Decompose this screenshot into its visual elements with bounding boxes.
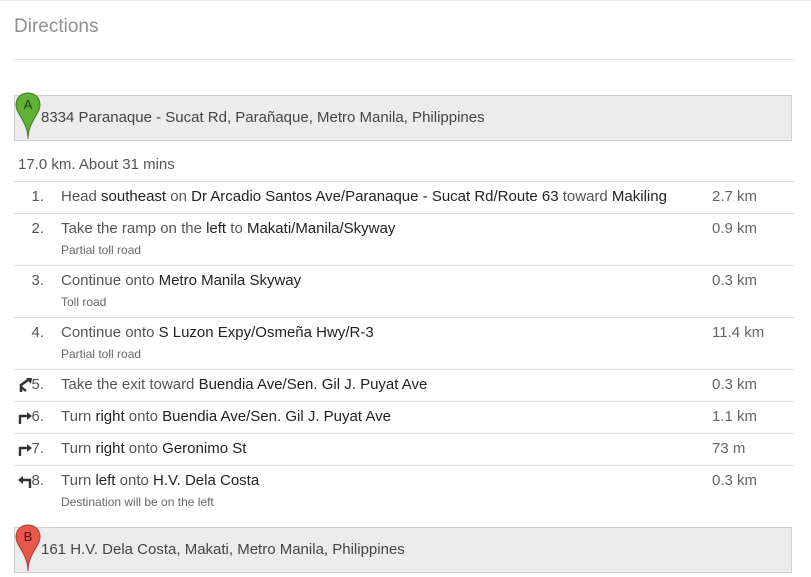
instruction-text: to [226, 220, 247, 237]
step-note: Toll road [61, 295, 107, 309]
step-instruction: Continue onto Metro Manila Skyway [61, 272, 301, 289]
origin-waypoint[interactable]: A 8334 Paranaque - Sucat Rd, Parañaque, … [14, 92, 792, 141]
step-note: Partial toll road [61, 243, 142, 257]
step-number: 6. [31, 408, 44, 425]
instruction-road: H.V. Dela Costa [153, 472, 260, 489]
origin-address: 8334 Paranaque - Sucat Rd, Parañaque, Me… [41, 109, 485, 126]
instruction-road: Metro Manila Skyway [158, 272, 302, 289]
step-instruction: Head southeast on Dr Arcadio Santos Ave/… [61, 188, 667, 205]
step-instruction: Turn left onto H.V. Dela Costa [61, 472, 259, 489]
step-number: 7. [31, 440, 44, 457]
instruction-road: Geronimo St [162, 440, 247, 457]
direction-step[interactable]: 6. Turn right onto Buendia Ave/Sen. Gil J… [14, 402, 794, 434]
instruction-road: Dr Arcadio Santos Ave/Paranaque - Sucat … [191, 188, 559, 205]
step-distance: 11.4 km [712, 324, 765, 341]
instruction-text: onto [124, 408, 163, 425]
instruction-road: Buendia Ave/Sen. Gil J. Puyat Ave [198, 376, 428, 393]
route-summary: 17.0 km. About 31 mins [18, 156, 175, 173]
instruction-road: left [206, 220, 227, 237]
instruction-road: Makati/Manila/Skyway [246, 220, 396, 237]
direction-step[interactable]: 8. Turn left onto H.V. Dela Costa Destinat… [14, 466, 794, 518]
instruction-road: left [95, 472, 116, 489]
step-distance: 0.3 km [712, 472, 758, 489]
instruction-road: southeast [101, 188, 167, 205]
instruction-road: Buendia Ave/Sen. Gil J. Puyat Ave [162, 408, 391, 425]
instruction-road: S Luzon Expy/Osmeña Hwy/R-3 [158, 324, 374, 341]
step-distance: 0.9 km [712, 220, 758, 237]
instruction-road: right [95, 440, 125, 457]
step-instruction: Take the ramp on the left to Makati/Mani… [61, 220, 395, 237]
step-instruction: Turn right onto Geronimo St [61, 440, 246, 457]
step-distance: 73 m [712, 440, 746, 457]
direction-step[interactable]: 5. Take the exit toward Buendia Ave/Sen. … [14, 370, 794, 402]
marker-b-icon: B [15, 524, 41, 572]
instruction-text: on [166, 188, 192, 205]
step-instruction: Turn right onto Buendia Ave/Sen. Gil J. … [61, 408, 391, 425]
instruction-road: right [95, 408, 125, 425]
instruction-text: Head [61, 188, 102, 205]
instruction-text: onto [124, 440, 163, 457]
step-instruction: Take the exit toward Buendia Ave/Sen. Gi… [61, 376, 427, 393]
instruction-text: Continue onto [61, 272, 159, 289]
instruction-text: Continue onto [61, 324, 159, 341]
step-note: Destination will be on the left [61, 495, 214, 509]
direction-step[interactable]: 1. Head southeast on Dr Arcadio Santos Av… [14, 182, 794, 214]
panel-title: Directions [14, 16, 99, 37]
step-distance: 0.3 km [712, 376, 758, 393]
marker-a-icon: A [15, 92, 41, 140]
direction-step[interactable]: 4. Continue onto S Luzon Expy/Osmeña Hwy/… [14, 318, 794, 370]
instruction-text: Take the exit toward [61, 376, 199, 393]
instruction-text: Turn [61, 408, 96, 425]
step-note: Partial toll road [61, 347, 142, 361]
step-distance: 1.1 km [712, 408, 758, 425]
top-border [0, 0, 811, 1]
step-number: 3. [31, 272, 44, 289]
marker-b-label: B [24, 529, 33, 544]
instruction-road: Makiling [611, 188, 667, 205]
destination-waypoint[interactable]: B 161 H.V. Dela Costa, Makati, Metro Man… [14, 524, 792, 573]
step-number: 1. [31, 188, 44, 205]
instruction-text: onto [115, 472, 153, 489]
instruction-text: Turn [61, 440, 96, 457]
step-number: 2. [31, 220, 44, 237]
direction-step[interactable]: 2. Take the ramp on the left to Makati/Ma… [14, 214, 794, 266]
direction-step[interactable]: 3. Continue onto Metro Manila Skyway Toll … [14, 266, 794, 318]
directions-steps-list: 1. Head southeast on Dr Arcadio Santos Av… [14, 181, 794, 518]
step-number: 4. [31, 324, 44, 341]
direction-step[interactable]: 7. Turn right onto Geronimo St 73 m [14, 434, 794, 466]
marker-a-label: A [24, 97, 33, 112]
step-instruction: Continue onto S Luzon Expy/Osmeña Hwy/R-… [61, 324, 374, 341]
step-distance: 2.7 km [712, 188, 758, 205]
destination-address: 161 H.V. Dela Costa, Makati, Metro Manil… [41, 541, 405, 558]
step-number: 5. [31, 376, 44, 393]
instruction-text: Turn [61, 472, 96, 489]
instruction-text: Take the ramp on the [61, 220, 207, 237]
step-number: 8. [31, 472, 44, 489]
instruction-text: toward [558, 188, 612, 205]
title-divider [14, 59, 794, 60]
step-distance: 0.3 km [712, 272, 758, 289]
